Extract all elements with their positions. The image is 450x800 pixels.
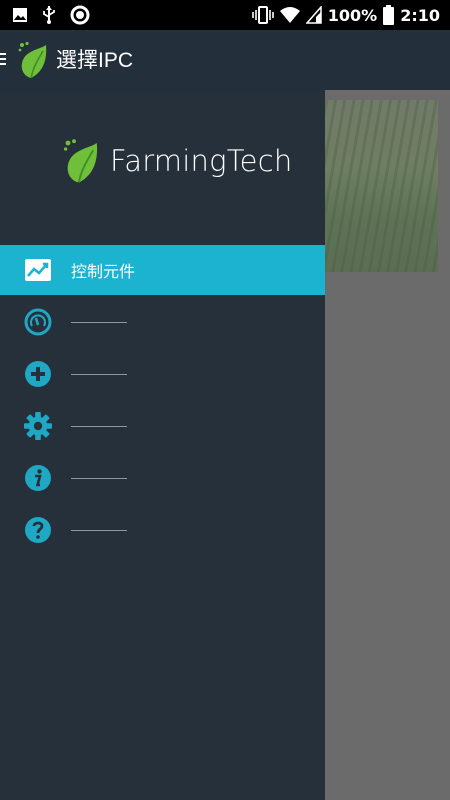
help-icon <box>24 516 52 544</box>
drawer-item-help[interactable] <box>0 505 325 555</box>
leaf-logo-icon <box>17 41 47 79</box>
drawer-item-label: 控制元件 <box>71 262 136 281</box>
add-circle-icon <box>24 360 52 388</box>
leaf-logo-icon <box>62 138 98 184</box>
hamburger-menu-icon[interactable] <box>0 53 6 68</box>
drawer-item-placeholder-line <box>71 426 127 427</box>
trending-chart-icon <box>24 256 52 284</box>
info-icon <box>24 464 52 492</box>
navigation-drawer: FarmingTech 控制元件 <box>0 90 325 800</box>
drawer-menu: 控制元件 <box>0 245 325 555</box>
vibrate-icon <box>251 6 274 24</box>
clock: 2:10 <box>400 5 440 25</box>
drawer-item-placeholder-line <box>71 374 127 375</box>
page-title: 選擇IPC <box>56 49 134 72</box>
gear-icon <box>24 412 52 440</box>
drawer-item-settings[interactable] <box>0 401 325 451</box>
status-bar: 100% 2:10 <box>0 0 450 30</box>
drawer-item-info[interactable] <box>0 453 325 503</box>
drawer-item-placeholder-line <box>71 530 127 531</box>
brand-name: FarmingTech <box>110 144 293 178</box>
gauge-icon <box>24 308 52 336</box>
app-bar: 選擇IPC <box>0 30 450 90</box>
record-icon <box>70 5 90 25</box>
battery-percent: 100% <box>327 5 378 25</box>
drawer-item-gauge[interactable] <box>0 297 325 347</box>
usb-icon <box>42 5 56 25</box>
grass-background-image <box>325 100 438 272</box>
drawer-item-placeholder-line <box>71 478 127 479</box>
drawer-item-controls[interactable]: 控制元件 <box>0 245 325 295</box>
brand-header: FarmingTech <box>62 138 292 184</box>
battery-icon <box>383 5 395 25</box>
drawer-item-placeholder-line <box>71 322 127 323</box>
signal-icon <box>305 6 322 24</box>
wifi-icon <box>279 6 300 24</box>
drawer-item-add[interactable] <box>0 349 325 399</box>
image-icon <box>12 7 28 23</box>
